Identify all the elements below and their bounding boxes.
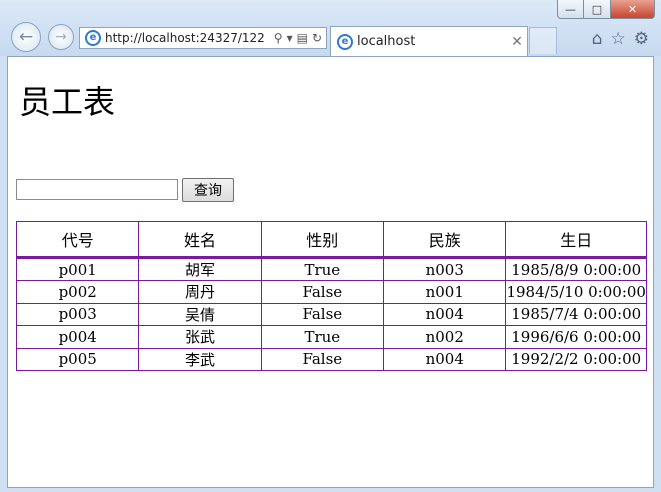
cell-code: p003 (15, 302, 140, 326)
table-header-row: 代号 姓名 性别 民族 生日 (15, 221, 647, 258)
search-button[interactable]: 查询 (182, 178, 234, 202)
page-title: 员工表 (19, 83, 116, 121)
employee-table: 代号 姓名 性别 民族 生日 p001 胡军 True n003 1985/8/… (15, 221, 647, 371)
cell-nation: n004 (383, 302, 507, 326)
cell-name: 吴倩 (138, 302, 262, 326)
maximize-icon: □ (591, 2, 603, 16)
cell-name: 周丹 (138, 280, 262, 304)
cell-birthday: 1992/2/2 0:00:00 (505, 347, 647, 371)
cell-gender: False (260, 347, 385, 371)
cell-birthday: 1985/8/9 0:00:00 (505, 257, 647, 281)
cell-nation: n001 (383, 280, 507, 304)
minimize-button[interactable]: — (557, 0, 584, 19)
cell-birthday: 1985/7/4 0:00:00 (505, 302, 647, 326)
search-input[interactable] (16, 179, 178, 200)
cell-gender: True (260, 257, 385, 281)
favorites-star-icon[interactable]: ☆ (611, 29, 626, 49)
maximize-button[interactable]: □ (584, 0, 611, 19)
forward-arrow-icon: → (55, 29, 67, 45)
address-tools: ⚲ ▾ ▤ ↻ (274, 31, 326, 45)
tab-close-icon[interactable]: ✕ (507, 34, 527, 50)
browser-chrome: — □ ✕ ← → e http://localhost:24327/122 ⚲… (0, 0, 661, 56)
cell-code: p004 (15, 325, 140, 349)
cell-birthday: 1984/5/10 0:00:00 (505, 280, 647, 304)
tab-ie-icon: e (337, 33, 353, 50)
cell-birthday: 1996/6/6 0:00:00 (505, 325, 647, 349)
settings-gear-icon[interactable]: ⚙ (634, 29, 649, 49)
search-icon[interactable]: ⚲ (274, 31, 283, 45)
cell-gender: True (260, 325, 385, 349)
cell-code: p005 (15, 347, 140, 371)
table-row: p005 李武 False n004 1992/2/2 0:00:00 (15, 347, 647, 371)
header-birthday: 生日 (505, 221, 647, 258)
cell-name: 李武 (138, 347, 262, 371)
window-controls: — □ ✕ (557, 0, 655, 20)
page-viewport: 员工表 查询 代号 姓名 性别 民族 生日 p001 胡军 True n003 … (7, 56, 654, 488)
cell-nation: n004 (383, 347, 507, 371)
refresh-icon[interactable]: ↻ (312, 31, 322, 45)
home-icon[interactable]: ⌂ (592, 29, 603, 49)
cell-code: p001 (15, 257, 140, 281)
close-window-button[interactable]: ✕ (611, 0, 655, 19)
table-row: p001 胡军 True n003 1985/8/9 0:00:00 (15, 257, 647, 281)
cell-gender: False (260, 280, 385, 304)
table-row: p003 吴倩 False n004 1985/7/4 0:00:00 (15, 302, 647, 326)
close-icon: ✕ (627, 2, 638, 16)
back-arrow-icon: ← (18, 27, 34, 47)
ie-page-icon: e (85, 30, 101, 46)
cell-nation: n002 (383, 325, 507, 349)
address-bar[interactable]: e http://localhost:24327/122 ⚲ ▾ ▤ ↻ (79, 27, 327, 49)
tab-title[interactable]: localhost (357, 34, 507, 49)
address-url[interactable]: http://localhost:24327/122 (105, 31, 274, 45)
cell-name: 张武 (138, 325, 262, 349)
tab-localhost[interactable]: e localhost ✕ (330, 26, 528, 56)
dropdown-icon[interactable]: ▾ (287, 31, 293, 45)
header-code: 代号 (15, 221, 140, 258)
table-row: p004 张武 True n002 1996/6/6 0:00:00 (15, 325, 647, 349)
cell-name: 胡军 (138, 257, 262, 281)
new-tab-button[interactable] (529, 27, 557, 54)
cell-code: p002 (15, 280, 140, 304)
header-name: 姓名 (138, 221, 262, 258)
header-gender: 性别 (260, 221, 385, 258)
back-button[interactable]: ← (11, 22, 41, 52)
forward-button[interactable]: → (48, 24, 74, 50)
table-row: p002 周丹 False n001 1984/5/10 0:00:00 (15, 280, 647, 304)
compatibility-icon[interactable]: ▤ (297, 31, 308, 45)
header-nation: 民族 (383, 221, 507, 258)
browser-toolbar: ⌂ ☆ ⚙ (592, 29, 649, 49)
minimize-icon: — (565, 2, 576, 16)
cell-nation: n003 (383, 257, 507, 281)
cell-gender: False (260, 302, 385, 326)
